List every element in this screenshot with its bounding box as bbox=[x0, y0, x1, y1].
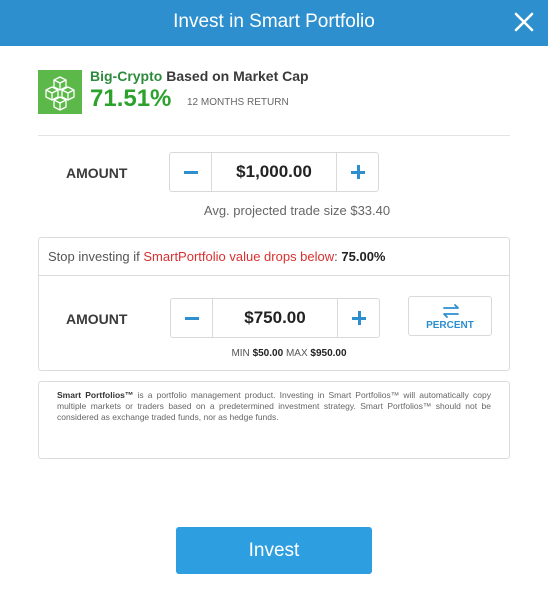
min-value: $50.00 bbox=[252, 348, 284, 359]
stop-loss-prefix: Stop investing if bbox=[48, 249, 144, 264]
portfolio-title: Big-Crypto bbox=[90, 68, 163, 84]
divider bbox=[38, 135, 510, 136]
stop-loss-highlight: SmartPortfolio value drops below bbox=[143, 249, 335, 264]
disclaimer-brand: Smart Portfolios™ bbox=[57, 390, 134, 400]
minus-icon bbox=[185, 317, 199, 320]
stop-loss-panel: Stop investing if SmartPortfolio value d… bbox=[38, 237, 510, 371]
amount-label: AMOUNT bbox=[66, 165, 128, 181]
min-label: MIN bbox=[231, 348, 250, 359]
disclaimer: Smart Portfolios™ is a portfolio managem… bbox=[38, 381, 510, 459]
stop-loss-decrease-button[interactable] bbox=[171, 299, 213, 337]
close-icon bbox=[514, 12, 534, 32]
stop-loss-percent: 75.00% bbox=[341, 249, 386, 264]
min-max-range: MIN $50.00 MAX $950.00 bbox=[39, 348, 509, 359]
max-value: $950.00 bbox=[310, 348, 347, 359]
stop-loss-text: Stop investing if SmartPortfolio value d… bbox=[48, 249, 385, 264]
percent-toggle-label: PERCENT bbox=[426, 320, 474, 331]
stop-loss-increase-button[interactable] bbox=[337, 299, 379, 337]
dialog-title: Invest in Smart Portfolio bbox=[173, 11, 375, 32]
avg-trade-size-note: Avg. projected trade size $33.40 bbox=[203, 203, 391, 218]
return-label: 12 MONTHS RETURN bbox=[187, 97, 289, 108]
max-label: MAX bbox=[285, 348, 308, 359]
amount-increase-button[interactable] bbox=[336, 153, 378, 191]
portfolio-summary: Big-Crypto Based on Market Cap 71.51% 12… bbox=[38, 68, 510, 114]
return-value: 71.51% bbox=[90, 85, 172, 112]
stop-loss-amount-input[interactable] bbox=[213, 308, 337, 328]
amount-input[interactable] bbox=[212, 162, 336, 182]
portfolio-name: Big-Crypto Based on Market Cap bbox=[90, 68, 309, 84]
amount-stepper bbox=[169, 152, 379, 192]
swap-arrows-icon bbox=[443, 304, 459, 318]
amount-decrease-button[interactable] bbox=[170, 153, 212, 191]
percent-toggle-button[interactable]: PERCENT bbox=[408, 296, 492, 336]
dialog-header: Invest in Smart Portfolio bbox=[0, 0, 548, 46]
stop-loss-amount-label: AMOUNT bbox=[66, 311, 128, 327]
invest-button[interactable]: Invest bbox=[176, 527, 372, 574]
portfolio-logo bbox=[38, 70, 82, 114]
stop-loss-header: Stop investing if SmartPortfolio value d… bbox=[39, 238, 509, 276]
stop-loss-stepper bbox=[170, 298, 380, 338]
minus-icon bbox=[184, 171, 198, 174]
cubes-icon bbox=[45, 76, 75, 111]
portfolio-subtitle: Based on Market Cap bbox=[166, 68, 309, 84]
close-button[interactable] bbox=[508, 6, 540, 38]
